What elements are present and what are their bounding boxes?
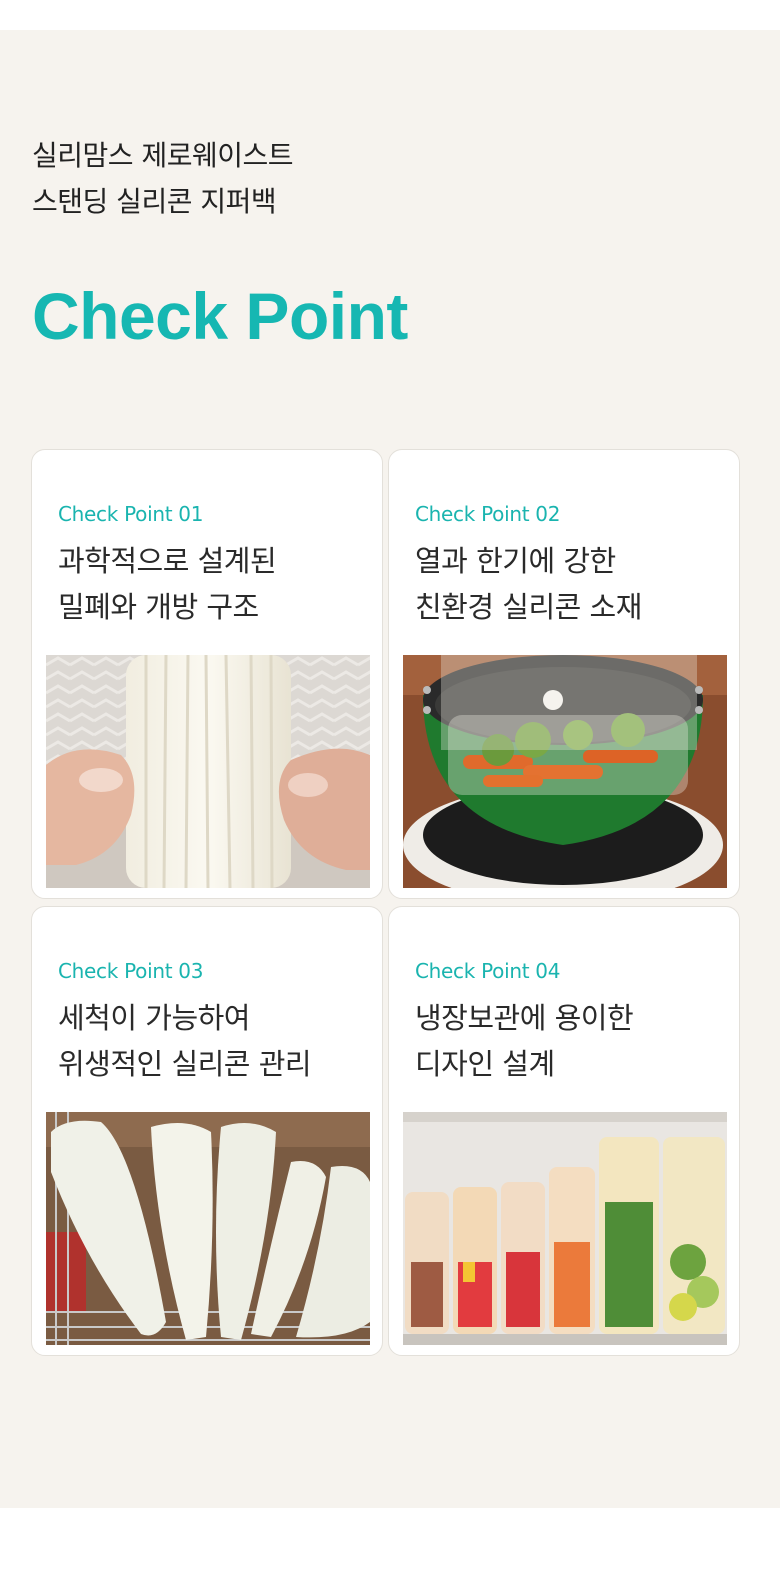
card-description: 과학적으로 설계된 밀폐와 개방 구조 (58, 544, 277, 624)
card-description: 세척이 가능하여 위생적인 실리콘 관리 (58, 1001, 312, 1081)
card-description: 열과 한기에 강한 친환경 실리콘 소재 (415, 544, 642, 624)
check-point-card-01: Check Point 01 과학적으로 설계된 밀폐와 개방 구조 (31, 449, 383, 899)
card-tag: Check Point 02 (415, 502, 561, 526)
card-tag: Check Point 03 (58, 959, 204, 983)
card-image-steaming-pot (403, 655, 727, 888)
card-image-drying-rack (46, 1112, 370, 1345)
check-point-card-02: Check Point 02 열과 한기에 강한 친환경 실리콘 소재 (388, 449, 740, 899)
card-image-refrigerator (403, 1112, 727, 1345)
product-subtitle: 실리맘스 제로웨이스트 스탠딩 실리콘 지퍼백 (32, 139, 294, 218)
card-tag: Check Point 04 (415, 959, 561, 983)
page-title: Check Point (32, 279, 408, 353)
card-image-hands-opening-bag (46, 655, 370, 888)
card-tag: Check Point 01 (58, 502, 204, 526)
check-point-card-04: Check Point 04 냉장보관에 용이한 디자인 설계 (388, 906, 740, 1356)
card-description: 냉장보관에 용이한 디자인 설계 (415, 1001, 634, 1081)
check-point-card-03: Check Point 03 세척이 가능하여 위생적인 실리콘 관리 (31, 906, 383, 1356)
